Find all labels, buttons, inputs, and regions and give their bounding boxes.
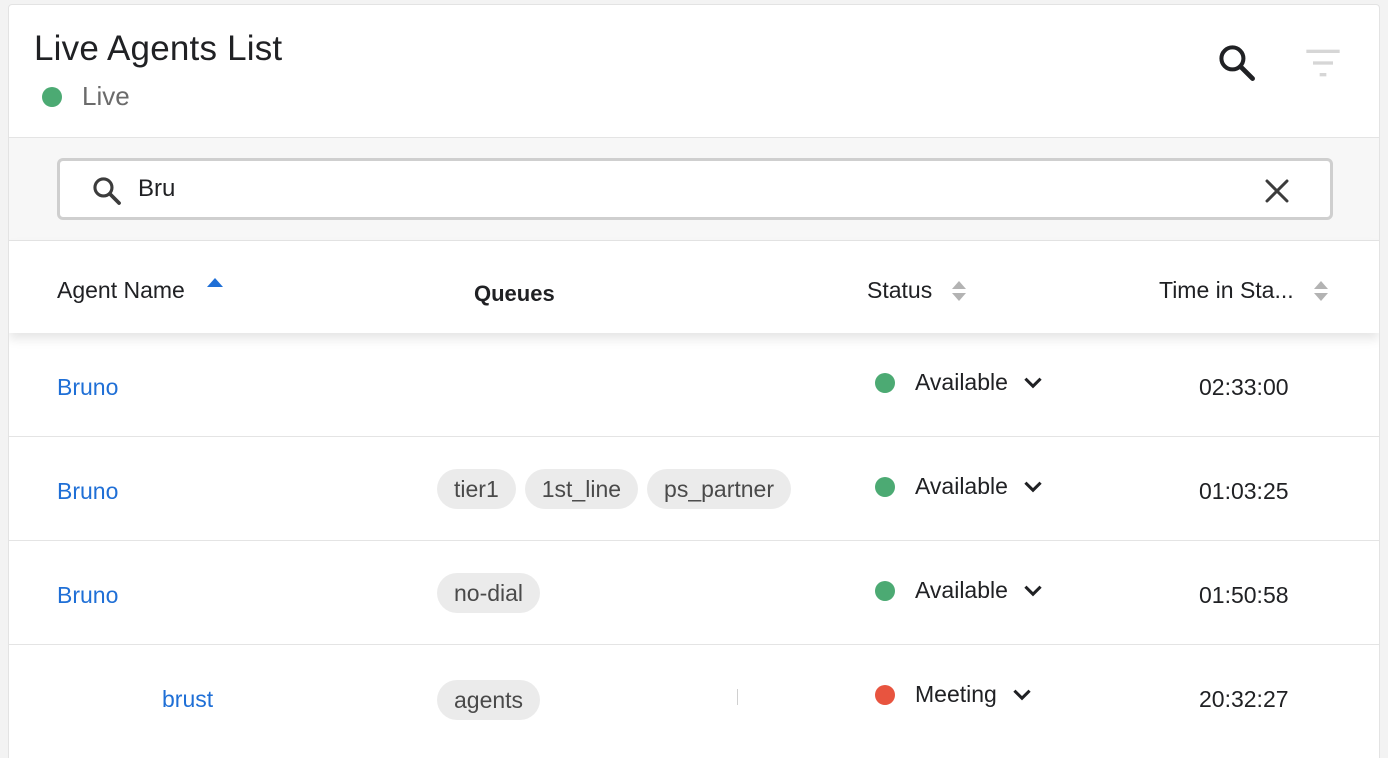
status-label: Available bbox=[915, 369, 1008, 395]
time-in-status: 20:32:27 bbox=[1199, 686, 1289, 712]
agent-name-link[interactable]: Bruno bbox=[57, 582, 118, 609]
live-indicator: Live bbox=[42, 81, 130, 112]
search-bar-area bbox=[9, 137, 1379, 241]
queue-chips: no-dial bbox=[437, 573, 541, 613]
search-box bbox=[57, 158, 1333, 220]
queue-chip: tier1 bbox=[437, 469, 516, 509]
column-label: Time in Sta... bbox=[1159, 277, 1294, 303]
live-label: Live bbox=[82, 81, 130, 111]
chevron-down-icon bbox=[1024, 585, 1042, 596]
divider bbox=[737, 689, 738, 705]
live-status-dot bbox=[42, 86, 62, 107]
column-header-time-in-status[interactable]: Time in Sta... bbox=[1159, 277, 1328, 304]
status-dropdown[interactable]: Available bbox=[875, 473, 1046, 500]
filter-button[interactable] bbox=[1303, 43, 1343, 83]
column-label: Agent Name bbox=[57, 277, 185, 303]
search-icon bbox=[1219, 45, 1255, 81]
agent-name-link[interactable]: Bruno bbox=[57, 478, 118, 505]
close-icon[interactable] bbox=[1262, 176, 1292, 206]
search-icon bbox=[93, 177, 121, 205]
table-row: brust agents Meeting 20:32:27 bbox=[9, 645, 1379, 749]
column-label: Queues bbox=[474, 281, 555, 306]
status-dot bbox=[875, 684, 895, 705]
status-dot bbox=[875, 372, 895, 393]
table-row: Bruno no-dial Available 01:50:58 bbox=[9, 541, 1379, 645]
queue-chip: agents bbox=[437, 680, 541, 720]
status-dropdown[interactable]: Available bbox=[875, 369, 1046, 396]
status-dropdown[interactable]: Available bbox=[875, 577, 1046, 604]
page-title: Live Agents List bbox=[34, 29, 283, 68]
queue-chips: tier1 1st_line ps_partner bbox=[437, 469, 791, 509]
queue-chips: agents bbox=[437, 680, 541, 720]
column-label: Status bbox=[867, 277, 933, 303]
table-row: Bruno Available 02:33:00 bbox=[9, 333, 1379, 437]
status-dot bbox=[875, 580, 895, 601]
time-in-status: 01:03:25 bbox=[1199, 478, 1289, 504]
status-label: Available bbox=[915, 473, 1008, 499]
agent-name-link[interactable]: brust bbox=[162, 686, 213, 713]
chevron-down-icon bbox=[1013, 689, 1031, 700]
table-header: Agent Name Queues Status Time in Sta... bbox=[9, 241, 1379, 333]
status-dot bbox=[875, 476, 895, 497]
header-search-button[interactable] bbox=[1215, 41, 1259, 85]
status-dropdown[interactable]: Meeting bbox=[875, 681, 1035, 708]
column-header-status[interactable]: Status bbox=[867, 277, 967, 304]
queue-chip: ps_partner bbox=[647, 469, 791, 509]
sort-icon bbox=[952, 280, 967, 301]
sort-ascending-icon bbox=[206, 278, 223, 287]
queue-chip: no-dial bbox=[437, 573, 541, 613]
search-input[interactable] bbox=[138, 167, 1238, 211]
table-row: Bruno tier1 1st_line ps_partner Availabl… bbox=[9, 437, 1379, 541]
status-label: Available bbox=[915, 577, 1008, 603]
agent-name-link[interactable]: Bruno bbox=[57, 374, 118, 401]
filter-icon bbox=[1306, 49, 1340, 77]
queue-chip: 1st_line bbox=[524, 469, 639, 509]
time-in-status: 01:50:58 bbox=[1199, 582, 1289, 608]
chevron-down-icon bbox=[1024, 481, 1042, 492]
time-in-status: 02:33:00 bbox=[1199, 374, 1289, 400]
chevron-down-icon bbox=[1024, 377, 1042, 388]
column-header-agent-name[interactable]: Agent Name bbox=[57, 277, 223, 304]
live-agents-card: Live Agents List Live Bru Agent Name Que… bbox=[8, 4, 1380, 758]
status-label: Meeting bbox=[915, 681, 997, 707]
sort-icon bbox=[1313, 280, 1328, 301]
column-header-queues: Queues bbox=[474, 281, 555, 307]
